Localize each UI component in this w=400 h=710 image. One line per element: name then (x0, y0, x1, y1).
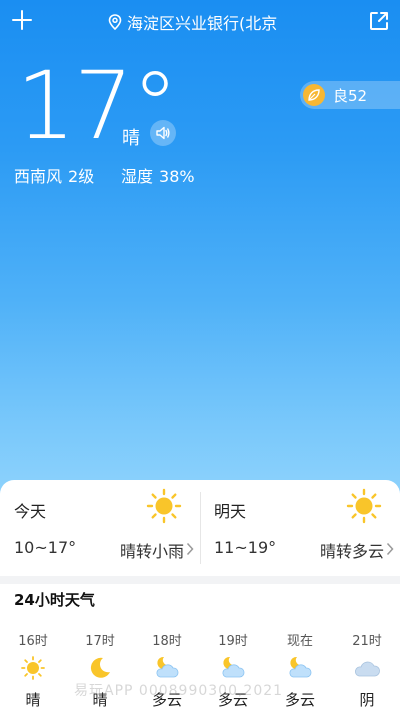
top-bar: 海淀区兴业银行(北京 (0, 0, 400, 44)
hour-time: 16时 (18, 634, 48, 649)
wind-label: 西南风 (14, 167, 63, 186)
wind-value: 2级 (68, 167, 95, 186)
sun-icon (346, 488, 382, 524)
hour-time: 21时 (352, 634, 382, 649)
forecast-today[interactable]: 今天 10~17° 晴转小雨 (0, 480, 200, 576)
current-condition: 晴 (122, 128, 140, 149)
chevron-right-icon (186, 542, 194, 556)
hour-time: 19时 (218, 634, 248, 649)
humidity-value: 38% (159, 167, 195, 186)
forecast-temp-range: 10~17° (14, 538, 77, 557)
watermark: 易玩APP 0008990300,2021 (74, 683, 284, 699)
hourly-item[interactable]: 16时 晴 (0, 630, 66, 710)
sun-icon (146, 488, 182, 524)
forecast-desc: 晴转多云 (319, 542, 384, 561)
location-text: 海淀区兴业银行(北京 (127, 14, 278, 33)
share-icon[interactable] (368, 10, 390, 32)
air-quality-badge[interactable]: 良52 (300, 81, 400, 109)
forecast-desc: 晴转小雨 (119, 542, 184, 561)
wind-info: 西南风 2级 (14, 163, 94, 187)
partly-cloudy-night-icon (156, 656, 179, 678)
leaf-icon (303, 84, 325, 106)
cloud-icon (354, 661, 380, 677)
aqi-value: 良52 (333, 86, 368, 105)
partly-cloudy-night-icon (289, 656, 312, 678)
forecast-tomorrow[interactable]: 明天 11~19° 晴转多云 (200, 480, 400, 576)
hour-time: 17时 (85, 634, 115, 649)
hour-time: 现在 (286, 634, 313, 649)
speaker-icon (156, 126, 170, 140)
voice-broadcast-button[interactable] (150, 120, 176, 146)
forecast-temp-range: 11~19° (214, 538, 277, 557)
location-selector[interactable]: 海淀区兴业银行(北京 (108, 10, 277, 34)
hour-desc: 阴 (359, 691, 375, 709)
chevron-right-icon (386, 542, 394, 556)
forecast-day-label: 明天 (214, 502, 247, 521)
add-city-button[interactable] (10, 8, 34, 32)
hour-time: 18时 (152, 634, 182, 649)
location-pin-icon (108, 14, 122, 30)
sun-icon (21, 656, 45, 680)
forecast-day-label: 今天 (14, 502, 47, 521)
humidity-label: 湿度 (121, 167, 154, 186)
humidity-info: 湿度 38% (121, 163, 195, 187)
hourly-item[interactable]: 21时 阴 (334, 630, 400, 710)
hourly-title: 24小时天气 (14, 591, 95, 609)
hour-desc: 晴 (25, 691, 41, 709)
partly-cloudy-night-icon (222, 656, 245, 678)
daily-forecast-card: 今天 10~17° 晴转小雨 明天 11~19° 晴转多云 (0, 480, 400, 576)
moon-icon (90, 657, 110, 678)
section-divider (0, 576, 400, 584)
